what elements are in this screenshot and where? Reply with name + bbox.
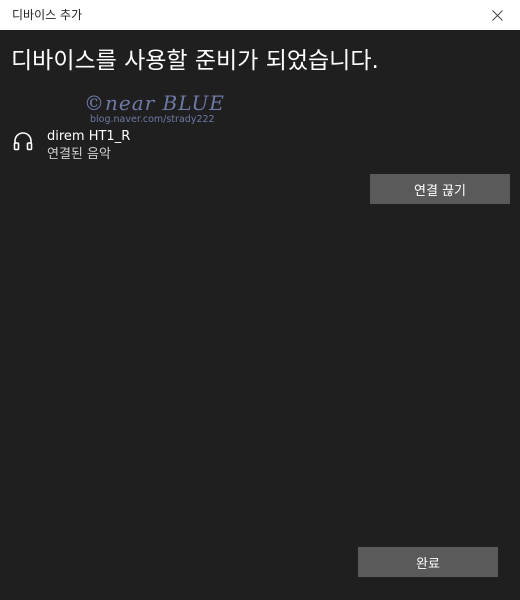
window-title: 디바이스 추가 xyxy=(12,8,83,22)
device-status: 연결된 음악 xyxy=(47,147,111,162)
done-button[interactable]: 완료 xyxy=(358,547,498,577)
watermark-main: ©near BLUE xyxy=(84,91,225,115)
watermark: ©near BLUE blog.naver.com/strady222 xyxy=(84,92,225,125)
close-button[interactable] xyxy=(474,0,520,30)
page-heading: 디바이스를 사용할 준비가 되었습니다. xyxy=(11,48,379,74)
disconnect-button[interactable]: 연결 끊기 xyxy=(370,174,510,204)
title-bar: 디바이스 추가 xyxy=(0,0,520,30)
add-device-window: 디바이스 추가 디바이스를 사용할 준비가 되었습니다. ©near BLUE … xyxy=(0,0,520,600)
close-icon xyxy=(491,9,503,21)
device-list-item[interactable]: direm HT1_R 연결된 음악 xyxy=(0,124,520,168)
device-name: direm HT1_R xyxy=(47,129,131,144)
headphones-icon xyxy=(12,130,34,152)
